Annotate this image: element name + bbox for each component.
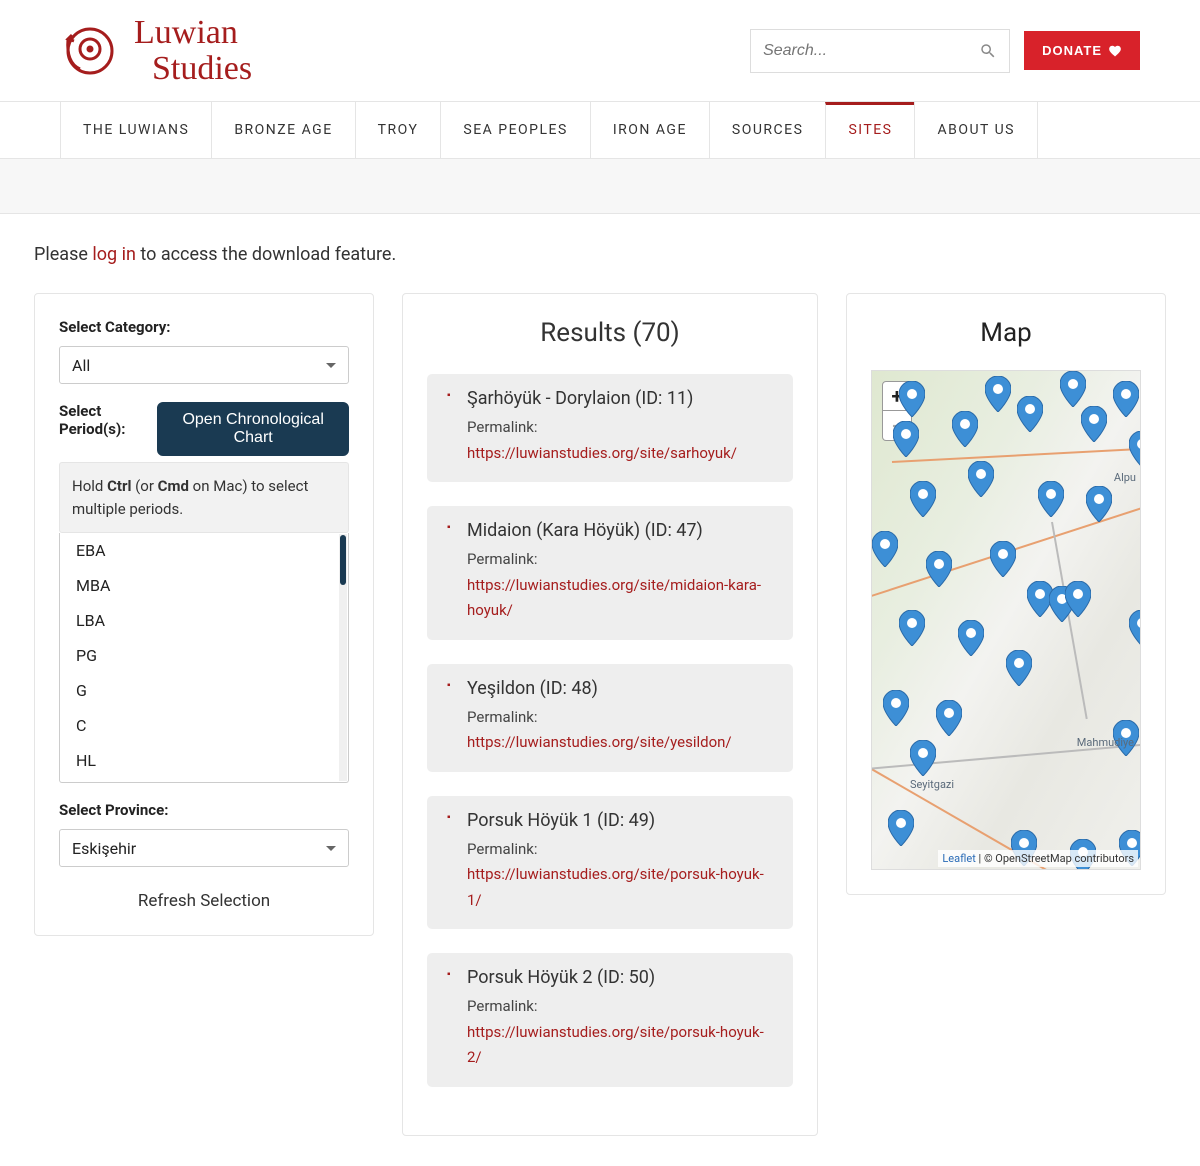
gray-band	[0, 159, 1200, 214]
nav-item-about-us[interactable]: ABOUT US	[914, 102, 1038, 158]
map-attribution: Leaflet | © OpenStreetMap contributors	[938, 850, 1138, 867]
map-marker[interactable]	[910, 481, 936, 517]
result-title: Şarhöyük - Dorylaion (ID: 11)	[467, 388, 775, 409]
logo-icon	[60, 21, 120, 81]
result-title: Yeşildon (ID: 48)	[467, 678, 775, 699]
result-permalink: Permalink: https://luwianstudies.org/sit…	[467, 705, 775, 756]
result-permalink-link[interactable]: https://luwianstudies.org/site/sarhoyuk/	[467, 444, 737, 462]
map-marker[interactable]	[1081, 406, 1107, 442]
map-marker[interactable]	[1017, 396, 1043, 432]
filter-panel: Select Category: All Select Period(s): O…	[34, 293, 374, 936]
heart-icon	[1108, 44, 1122, 58]
map-town-label: Seyitgazi	[910, 778, 954, 791]
donate-button[interactable]: DONATE	[1024, 31, 1140, 70]
result-permalink: Permalink: https://luwianstudies.org/sit…	[467, 994, 775, 1071]
map-marker[interactable]	[1060, 371, 1086, 407]
period-option[interactable]: LBA	[60, 603, 348, 638]
map-marker[interactable]	[1038, 481, 1064, 517]
map-town-label: Mahmudiye	[1077, 736, 1134, 749]
map-marker[interactable]	[888, 810, 914, 846]
search-input-wrap[interactable]	[750, 29, 1010, 73]
province-label: Select Province:	[59, 801, 349, 819]
header: Luwian Studies DONATE	[0, 0, 1200, 101]
result-item: Porsuk Höyük 2 (ID: 50) Permalink: https:…	[427, 953, 793, 1087]
result-title: Porsuk Höyük 2 (ID: 50)	[467, 967, 775, 988]
leaflet-link[interactable]: Leaflet	[942, 852, 975, 865]
results-panel: Results (70) Şarhöyük - Dorylaion (ID: 1…	[402, 293, 818, 1136]
map-marker[interactable]	[985, 376, 1011, 412]
map-area[interactable]: + − Alpu Seyitgazi Mahmudiye Leaflet | ©…	[871, 370, 1141, 870]
map-marker[interactable]	[1006, 650, 1032, 686]
period-option[interactable]: MBA	[60, 568, 348, 603]
result-item: Şarhöyük - Dorylaion (ID: 11) Permalink: …	[427, 374, 793, 482]
result-permalink-link[interactable]: https://luwianstudies.org/site/porsuk-ho…	[467, 1023, 764, 1067]
login-link[interactable]: log in	[92, 244, 136, 265]
map-marker[interactable]	[899, 381, 925, 417]
main-nav: THE LUWIANSBRONZE AGETROYSEA PEOPLESIRON…	[0, 101, 1200, 159]
result-permalink-link[interactable]: https://luwianstudies.org/site/porsuk-ho…	[467, 865, 764, 909]
nav-item-sea-peoples[interactable]: SEA PEOPLES	[440, 102, 589, 158]
period-option[interactable]: HL	[60, 743, 348, 778]
period-multiselect[interactable]: EBAMBALBAPGGCHL	[59, 533, 349, 783]
map-marker[interactable]	[1113, 381, 1139, 417]
logo[interactable]: Luwian Studies	[60, 15, 252, 86]
period-hint: Hold Ctrl (or Cmd on Mac) to select mult…	[59, 462, 349, 533]
map-marker[interactable]	[926, 551, 952, 587]
nav-item-bronze-age[interactable]: BRONZE AGE	[211, 102, 354, 158]
map-marker[interactable]	[893, 421, 919, 457]
map-marker[interactable]	[883, 690, 909, 726]
map-marker[interactable]	[958, 620, 984, 656]
search-icon	[979, 41, 997, 61]
map-marker[interactable]	[936, 700, 962, 736]
map-title: Map	[871, 318, 1141, 348]
login-notice: Please log in to access the download fea…	[34, 244, 1166, 265]
category-label: Select Category:	[59, 318, 349, 336]
nav-item-the-luwians[interactable]: THE LUWIANS	[60, 102, 211, 158]
result-item: Yeşildon (ID: 48) Permalink: https://luwi…	[427, 664, 793, 772]
map-marker[interactable]	[1129, 431, 1141, 467]
map-panel: Map + − Alpu Seyitgazi Mahmudiye Leaflet…	[846, 293, 1166, 895]
result-title: Porsuk Höyük 1 (ID: 49)	[467, 810, 775, 831]
nav-item-sites[interactable]: SITES	[825, 102, 914, 158]
result-permalink: Permalink: https://luwianstudies.org/sit…	[467, 415, 775, 466]
period-option[interactable]: PG	[60, 638, 348, 673]
nav-item-troy[interactable]: TROY	[355, 102, 441, 158]
map-marker[interactable]	[968, 461, 994, 497]
refresh-selection-link[interactable]: Refresh Selection	[59, 885, 349, 911]
result-title: Midaion (Kara Höyük) (ID: 47)	[467, 520, 775, 541]
map-marker[interactable]	[1129, 610, 1141, 646]
nav-item-sources[interactable]: SOURCES	[709, 102, 826, 158]
scrollbar-thumb[interactable]	[340, 535, 346, 585]
map-marker[interactable]	[872, 531, 898, 567]
period-option[interactable]: G	[60, 673, 348, 708]
logo-text: Luwian Studies	[134, 15, 252, 86]
nav-item-iron-age[interactable]: IRON AGE	[590, 102, 709, 158]
map-marker[interactable]	[1086, 486, 1112, 522]
result-permalink-link[interactable]: https://luwianstudies.org/site/midaion-k…	[467, 576, 761, 620]
result-item: Midaion (Kara Höyük) (ID: 47) Permalink: …	[427, 506, 793, 640]
result-permalink: Permalink: https://luwianstudies.org/sit…	[467, 837, 775, 914]
period-option[interactable]: C	[60, 708, 348, 743]
map-town-label: Alpu	[1114, 471, 1136, 484]
result-item: Porsuk Höyük 1 (ID: 49) Permalink: https:…	[427, 796, 793, 930]
map-marker[interactable]	[952, 411, 978, 447]
period-option[interactable]: EBA	[60, 533, 348, 568]
map-marker[interactable]	[990, 541, 1016, 577]
results-title: Results (70)	[427, 318, 793, 348]
map-marker[interactable]	[899, 610, 925, 646]
search-input[interactable]	[763, 42, 971, 60]
map-marker[interactable]	[1065, 581, 1091, 617]
period-label: Select Period(s):	[59, 402, 157, 438]
category-select[interactable]: All	[59, 346, 349, 384]
province-select[interactable]: Eskişehir	[59, 829, 349, 867]
result-permalink-link[interactable]: https://luwianstudies.org/site/yesildon/	[467, 733, 732, 751]
result-permalink: Permalink: https://luwianstudies.org/sit…	[467, 547, 775, 624]
open-chronological-chart-button[interactable]: Open Chronological Chart	[157, 402, 349, 456]
map-marker[interactable]	[910, 740, 936, 776]
